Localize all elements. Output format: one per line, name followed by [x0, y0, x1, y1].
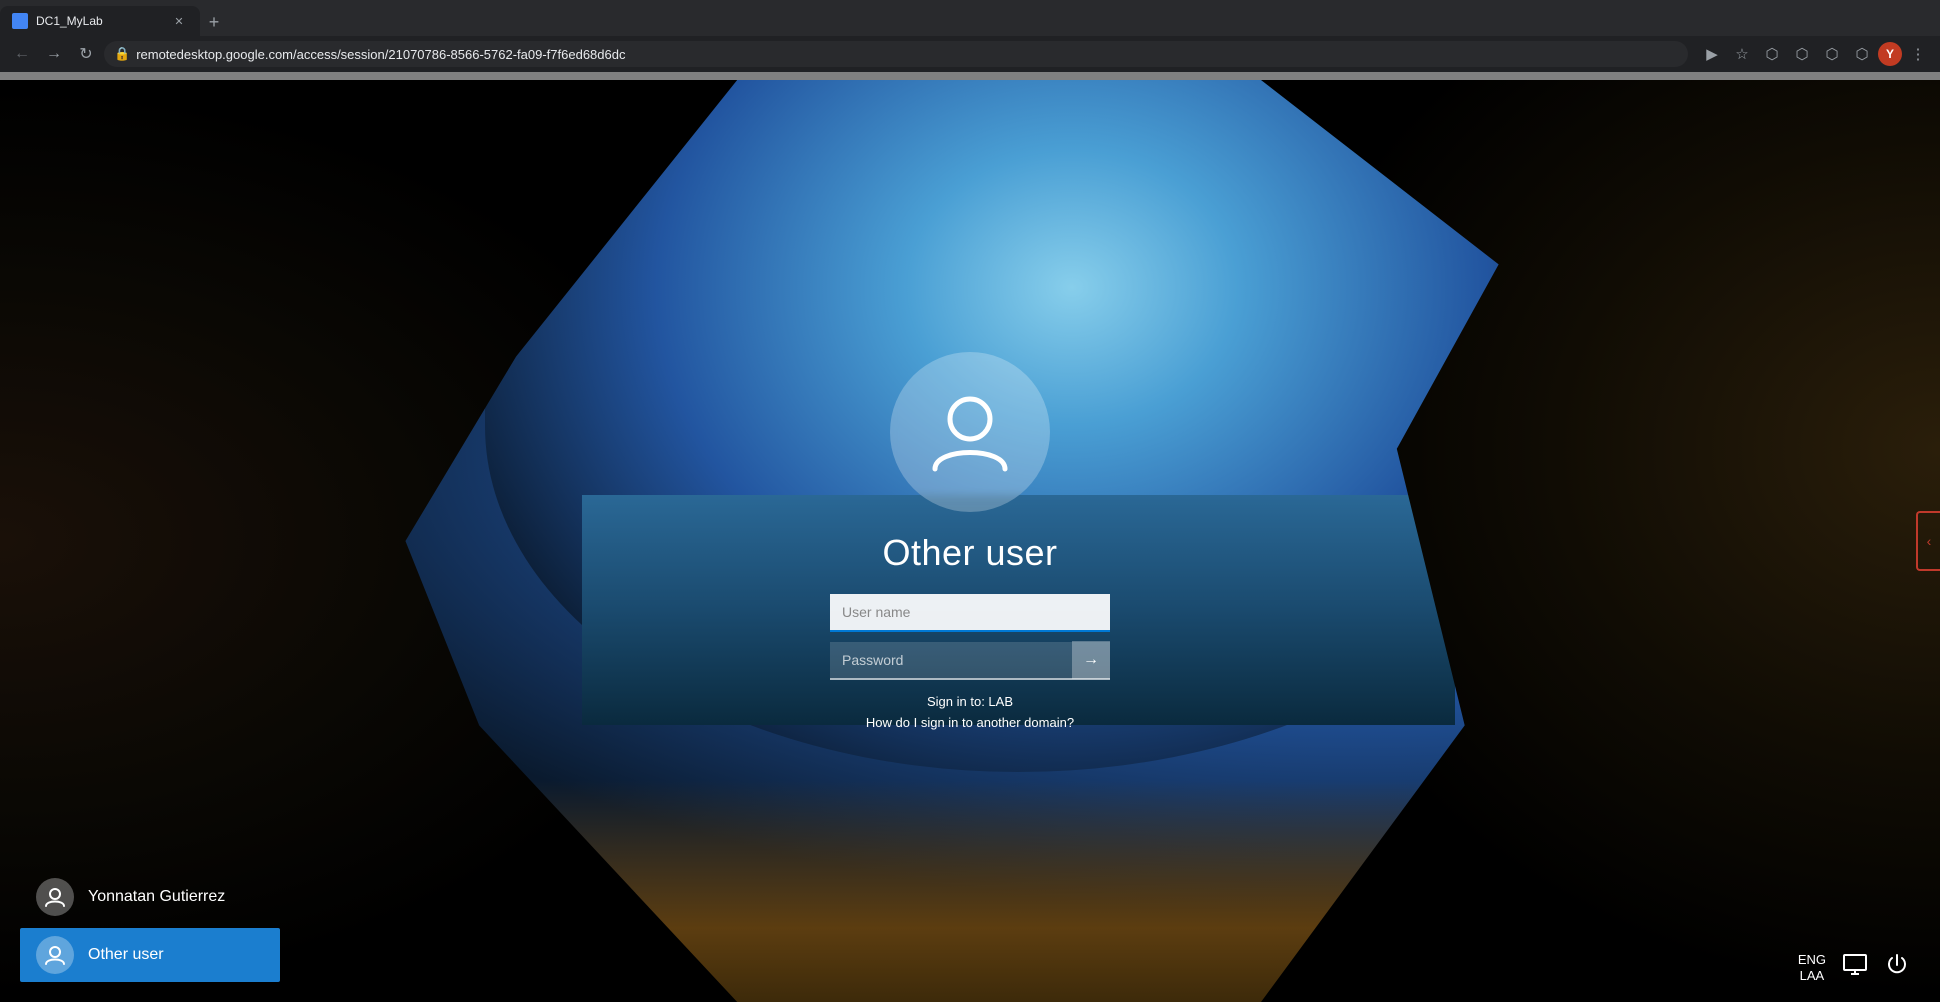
user-avatar-yonnatan — [36, 878, 74, 916]
bookmark-icon[interactable]: ☆ — [1728, 40, 1756, 68]
nav-bar: ← → ↻ 🔒 remotedesktop.google.com/access/… — [0, 36, 1940, 72]
side-panel-toggle-button[interactable]: ‹ — [1916, 511, 1940, 571]
password-submit-button[interactable]: → — [1072, 641, 1110, 679]
power-icon[interactable] — [1884, 952, 1910, 984]
extension-icon-1[interactable]: ⬡ — [1758, 40, 1786, 68]
browser-chrome: DC1_MyLab ✕ + ← → ↻ 🔒 remotedesktop.goog… — [0, 0, 1940, 72]
active-tab[interactable]: DC1_MyLab ✕ — [0, 6, 200, 36]
profile-button[interactable]: Y — [1878, 42, 1902, 66]
nav-icons-right: ▶ ☆ ⬡ ⬡ ⬡ ⬡ Y ⋮ — [1692, 40, 1932, 68]
tab-close-button[interactable]: ✕ — [170, 12, 188, 30]
extension-icon-3[interactable]: ⬡ — [1818, 40, 1846, 68]
reload-button[interactable]: ↻ — [72, 40, 100, 68]
url-text: remotedesktop.google.com/access/session/… — [136, 47, 1678, 62]
tab-bar: DC1_MyLab ✕ + — [0, 0, 1940, 36]
back-button[interactable]: ← — [8, 40, 36, 68]
address-bar[interactable]: 🔒 remotedesktop.google.com/access/sessio… — [104, 41, 1688, 67]
domain-link[interactable]: How do I sign in to another domain? — [866, 715, 1074, 730]
sign-in-to-label: Sign in to: LAB — [927, 694, 1013, 709]
language-line2: LAA — [1800, 968, 1825, 984]
monitor-icon[interactable] — [1842, 952, 1868, 984]
user-name-yonnatan: Yonnatan Gutierrez — [88, 888, 225, 906]
login-center: Other user → Sign in to: LAB How do I si… — [810, 352, 1130, 730]
user-item-other[interactable]: Other user — [20, 928, 280, 982]
lock-icon: 🔒 — [114, 46, 130, 62]
forward-button[interactable]: → — [40, 40, 68, 68]
language-line1: ENG — [1798, 952, 1826, 968]
language-indicator[interactable]: ENG LAA — [1798, 952, 1826, 983]
user-avatar-other — [36, 936, 74, 974]
extension-icon-2[interactable]: ⬡ — [1788, 40, 1816, 68]
password-input[interactable] — [830, 642, 1072, 678]
cast-icon[interactable]: ▶ — [1698, 40, 1726, 68]
menu-button[interactable]: ⋮ — [1904, 40, 1932, 68]
user-avatar-circle — [890, 352, 1050, 512]
user-list: Yonnatan Gutierrez Other user — [20, 870, 280, 982]
user-item-yonnatan[interactable]: Yonnatan Gutierrez — [20, 870, 280, 924]
login-screen: Other user → Sign in to: LAB How do I si… — [0, 80, 1940, 1002]
tab-title: DC1_MyLab — [36, 14, 162, 28]
system-tray: ENG LAA — [1798, 952, 1910, 984]
new-tab-button[interactable]: + — [200, 8, 228, 36]
remote-toolbar — [0, 72, 1940, 80]
user-avatar-icon — [925, 387, 1015, 477]
tab-favicon — [12, 13, 28, 29]
user-name-title: Other user — [882, 532, 1057, 574]
extension-icon-4[interactable]: ⬡ — [1848, 40, 1876, 68]
username-input[interactable] — [830, 594, 1110, 632]
password-row: → — [830, 642, 1110, 680]
user-name-other: Other user — [88, 946, 164, 964]
